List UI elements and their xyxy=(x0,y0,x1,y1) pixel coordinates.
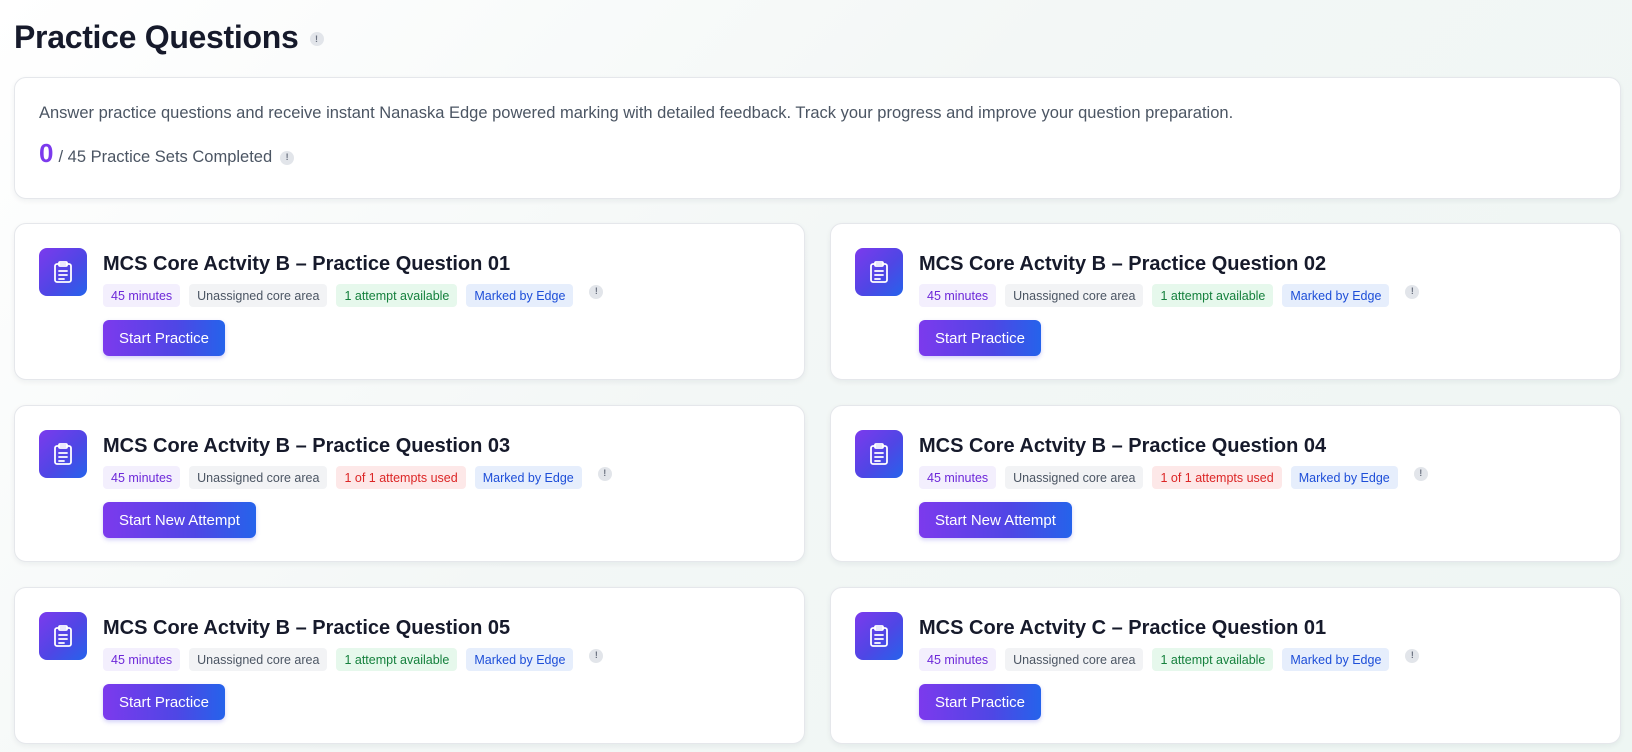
attempts-badge: 1 attempt available xyxy=(336,648,458,671)
attempts-badge: 1 attempt available xyxy=(336,284,458,307)
card-title: MCS Core Actvity B – Practice Question 0… xyxy=(919,253,1327,275)
practice-card: MCS Core Actvity B – Practice Question 0… xyxy=(830,405,1621,562)
start-practice-button[interactable]: Start Practice xyxy=(103,320,226,356)
duration-badge: 45 minutes xyxy=(103,466,181,489)
practice-card: MCS Core Actvity B – Practice Question 0… xyxy=(830,223,1621,380)
clipboard-icon xyxy=(39,612,87,660)
attempts-badge: 1 of 1 attempts used xyxy=(336,466,466,489)
progress-summary: 0 / 45 Practice Sets Completed ! xyxy=(39,138,1596,169)
card-tags: 45 minutes Unassigned core area 1 of 1 att… xyxy=(919,466,1596,489)
card-title: MCS Core Actvity B – Practice Question 0… xyxy=(103,253,511,275)
card-tags: 45 minutes Unassigned core area 1 attempt … xyxy=(103,284,780,307)
marking-badge: Marked by Edge xyxy=(1282,284,1390,307)
intro-description: Answer practice questions and receive in… xyxy=(39,104,1234,122)
clipboard-icon xyxy=(855,248,903,296)
start-practice-button[interactable]: Start New Attempt xyxy=(919,502,1072,538)
duration-badge: 45 minutes xyxy=(919,466,997,489)
duration-badge: 45 minutes xyxy=(103,648,181,671)
card-title: MCS Core Actvity B – Practice Question 0… xyxy=(103,617,511,639)
practice-card: MCS Core Actvity B – Practice Question 0… xyxy=(14,405,805,562)
page-header: Practice Questions ! xyxy=(14,0,1618,72)
practice-card-grid: MCS Core Actvity B – Practice Question 0… xyxy=(14,223,1621,744)
attempts-badge: 1 attempt available xyxy=(1152,284,1274,307)
practice-card: MCS Core Actvity C – Practice Question 0… xyxy=(830,587,1621,744)
card-tags: 45 minutes Unassigned core area 1 attempt … xyxy=(919,648,1596,671)
core-area-badge: Unassigned core area xyxy=(1005,284,1144,307)
core-area-badge: Unassigned core area xyxy=(1005,648,1144,671)
marking-badge: Marked by Edge xyxy=(466,648,574,671)
attempts-badge: 1 of 1 attempts used xyxy=(1152,466,1282,489)
practice-card: MCS Core Actvity B – Practice Question 0… xyxy=(14,223,805,380)
info-icon[interactable]: ! xyxy=(309,32,324,46)
start-practice-button[interactable]: Start New Attempt xyxy=(103,502,256,538)
duration-badge: 45 minutes xyxy=(919,648,997,671)
page-title: Practice Questions xyxy=(14,18,299,55)
info-icon[interactable]: ! xyxy=(280,150,295,165)
clipboard-icon xyxy=(855,430,903,478)
practice-card: MCS Core Actvity B – Practice Question 0… xyxy=(14,587,805,744)
marking-badge: Marked by Edge xyxy=(466,284,574,307)
info-icon[interactable]: ! xyxy=(1405,648,1420,663)
card-title: MCS Core Actvity C – Practice Question 0… xyxy=(919,617,1327,639)
intro-card: Answer practice questions and receive in… xyxy=(14,77,1621,199)
core-area-badge: Unassigned core area xyxy=(1005,466,1144,489)
clipboard-icon xyxy=(39,248,87,296)
info-icon[interactable]: ! xyxy=(589,284,604,299)
card-title: MCS Core Actvity B – Practice Question 0… xyxy=(919,435,1327,457)
card-tags: 45 minutes Unassigned core area 1 attempt … xyxy=(103,648,780,671)
start-practice-button[interactable]: Start Practice xyxy=(103,684,226,720)
card-title: MCS Core Actvity B – Practice Question 0… xyxy=(103,435,511,457)
completed-count: 0 xyxy=(39,138,54,168)
info-icon[interactable]: ! xyxy=(1405,284,1420,299)
completed-label: / 45 Practice Sets Completed xyxy=(58,148,273,166)
start-practice-button[interactable]: Start Practice xyxy=(919,320,1042,356)
core-area-badge: Unassigned core area xyxy=(189,466,328,489)
attempts-badge: 1 attempt available xyxy=(1152,648,1274,671)
clipboard-icon xyxy=(39,430,87,478)
info-icon[interactable]: ! xyxy=(597,466,612,481)
practice-questions-page: Practice Questions ! Answer practice que… xyxy=(0,0,1632,752)
card-tags: 45 minutes Unassigned core area 1 of 1 att… xyxy=(103,466,780,489)
core-area-badge: Unassigned core area xyxy=(189,648,328,671)
clipboard-icon xyxy=(855,612,903,660)
start-practice-button[interactable]: Start Practice xyxy=(919,684,1042,720)
info-icon[interactable]: ! xyxy=(589,648,604,663)
duration-badge: 45 minutes xyxy=(103,284,181,307)
marking-badge: Marked by Edge xyxy=(474,466,582,489)
marking-badge: Marked by Edge xyxy=(1282,648,1390,671)
duration-badge: 45 minutes xyxy=(919,284,997,307)
card-tags: 45 minutes Unassigned core area 1 attempt … xyxy=(919,284,1596,307)
info-icon[interactable]: ! xyxy=(1413,466,1428,481)
marking-badge: Marked by Edge xyxy=(1290,466,1398,489)
core-area-badge: Unassigned core area xyxy=(189,284,328,307)
